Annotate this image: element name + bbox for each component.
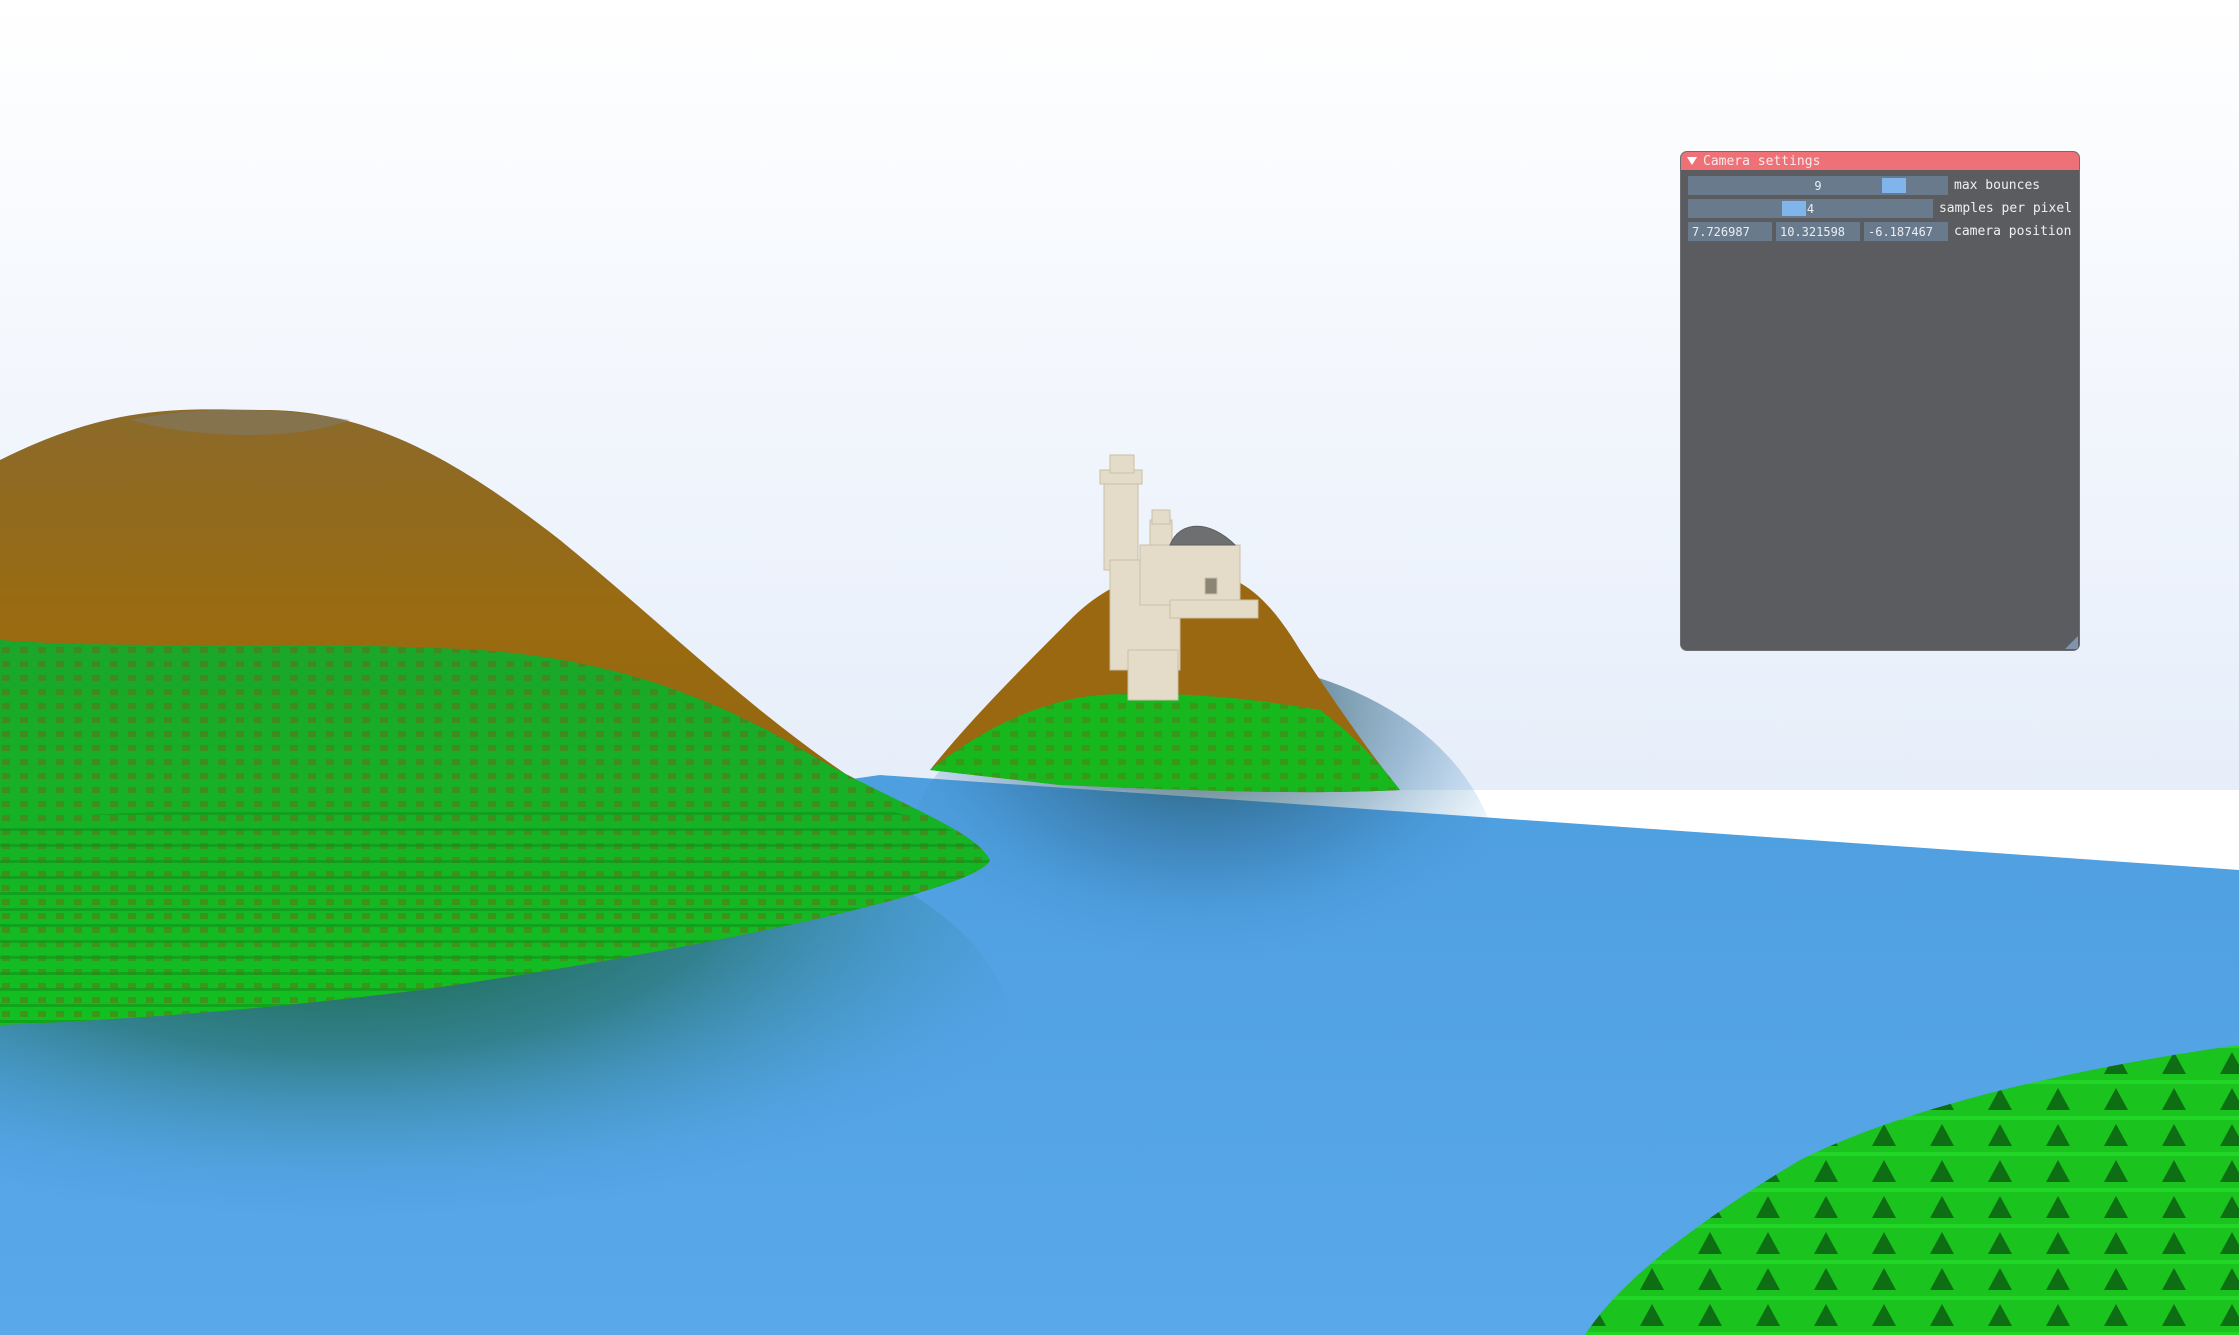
samples-per-pixel-label: samples per pixel (1938, 201, 2072, 216)
window-body: 9 max bounces 4 samples per pixel 7.7269… (1681, 170, 2079, 251)
samples-per-pixel-slider[interactable]: 4 (1688, 199, 1933, 218)
max-bounces-row: 9 max bounces (1688, 176, 2072, 195)
max-bounces-value: 9 (1814, 178, 1822, 193)
camera-position-y-input[interactable]: 10.321598 (1776, 222, 1860, 241)
triangle-down-icon[interactable] (1687, 157, 1697, 165)
max-bounces-slider-grab[interactable] (1882, 178, 1906, 193)
camera-settings-window[interactable]: Camera settings 9 max bounces 4 samples … (1680, 151, 2080, 651)
camera-position-inputs: 7.726987 10.321598 -6.187467 (1688, 222, 1948, 241)
resize-grip-icon[interactable] (2065, 636, 2078, 649)
max-bounces-slider[interactable]: 9 (1688, 176, 1948, 195)
camera-position-label: camera position (1954, 224, 2072, 239)
camera-position-x-input[interactable]: 7.726987 (1688, 222, 1772, 241)
render-viewport[interactable]: Camera settings 9 max bounces 4 samples … (0, 0, 2239, 1335)
camera-position-row: 7.726987 10.321598 -6.187467 camera posi… (1688, 222, 2072, 241)
max-bounces-label: max bounces (1954, 178, 2041, 193)
samples-per-pixel-row: 4 samples per pixel (1688, 199, 2072, 218)
samples-per-pixel-slider-grab[interactable] (1782, 201, 1806, 216)
window-title: Camera settings (1703, 153, 1821, 169)
window-title-bar[interactable]: Camera settings (1681, 152, 2079, 170)
samples-per-pixel-value: 4 (1806, 201, 1815, 216)
camera-position-z-input[interactable]: -6.187467 (1864, 222, 1948, 241)
